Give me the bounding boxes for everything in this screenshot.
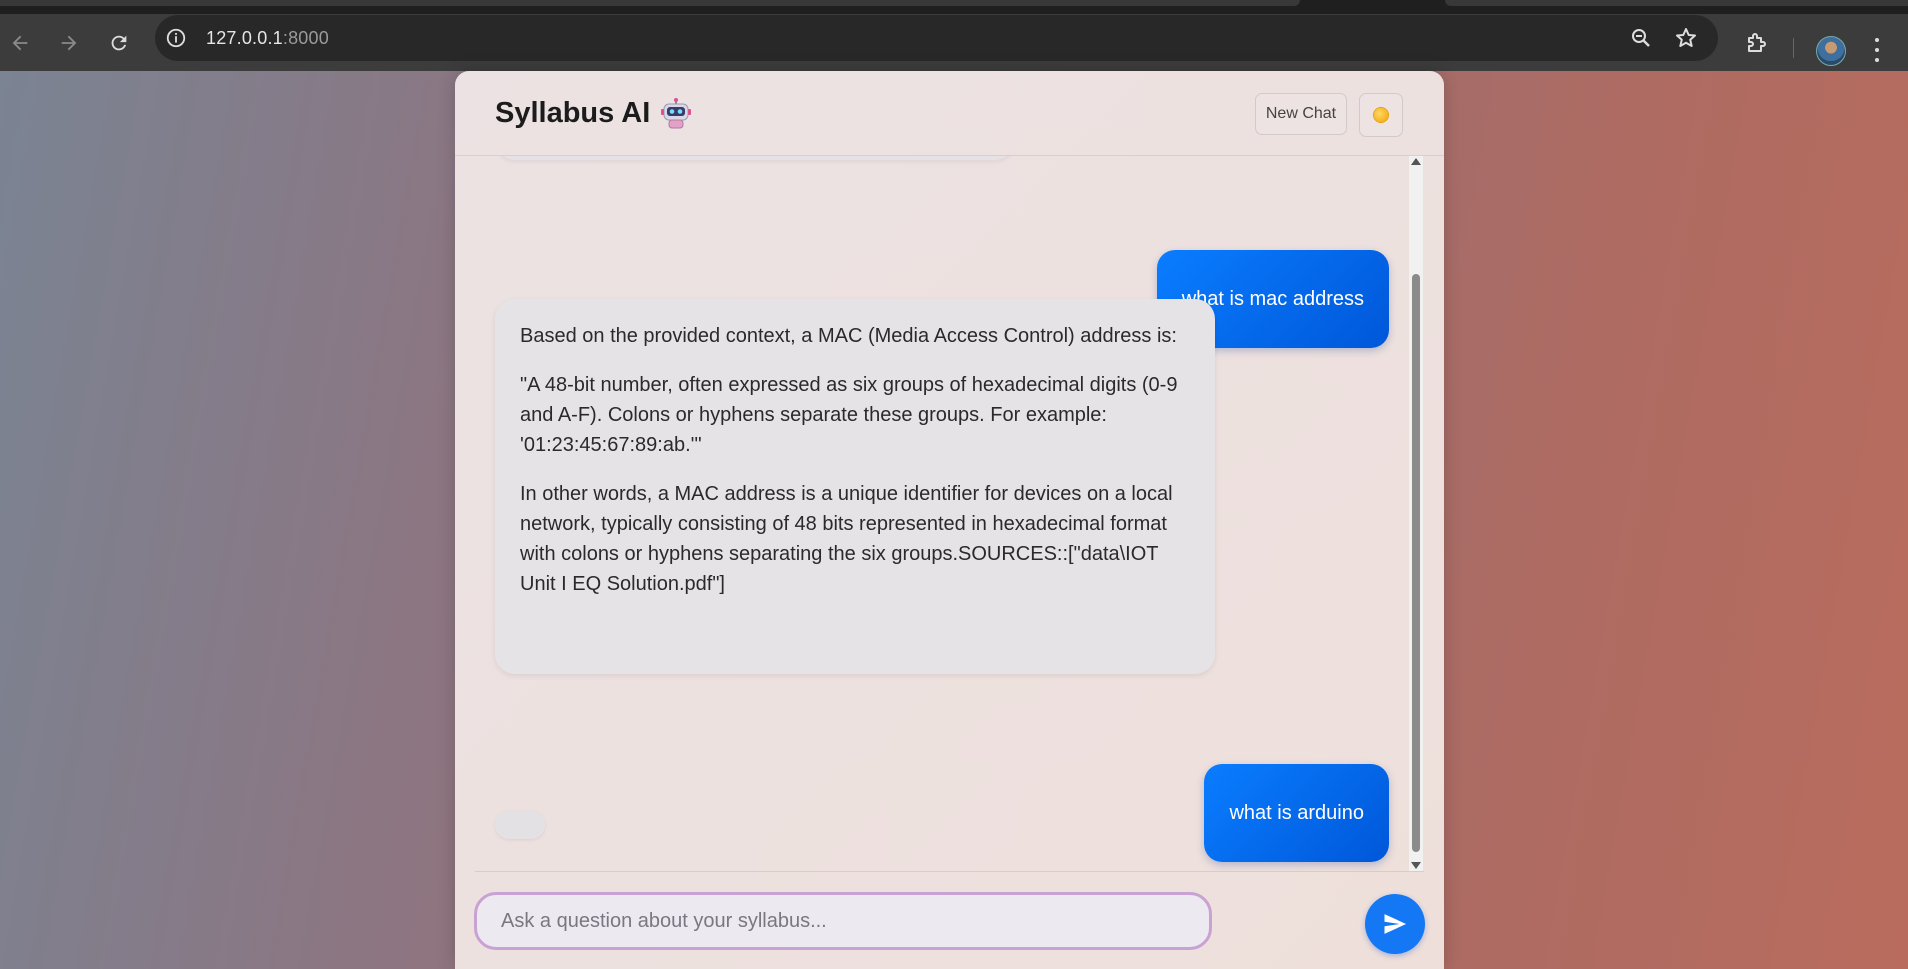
url-text: 127.0.0.1:8000 <box>206 28 329 48</box>
zoom-icon[interactable] <box>1629 26 1653 50</box>
robot-icon <box>661 97 692 128</box>
composer-divider <box>475 871 1424 872</box>
message-input[interactable] <box>477 895 1209 947</box>
kebab-menu-icon[interactable] <box>1874 38 1880 62</box>
puzzle-icon <box>1748 33 1766 52</box>
app-title: Syllabus AI <box>495 97 692 130</box>
back-button[interactable] <box>5 28 35 58</box>
bot-message-paragraph: In other words, a MAC address is a uniqu… <box>520 483 1173 595</box>
reload-button[interactable] <box>104 28 134 58</box>
extensions-button[interactable] <box>1742 28 1772 58</box>
arrow-left-icon <box>12 35 28 51</box>
bot-message-paragraph: "A 48-bit number, often expressed as six… <box>520 374 1178 456</box>
user-message: what is arduino <box>1204 764 1389 862</box>
bot-message-paragraph: Based on the provided context, a MAC (Me… <box>520 325 1177 347</box>
scrollbar-thumb[interactable] <box>1412 274 1420 852</box>
send-icon <box>1384 914 1407 934</box>
app-title-text: Syllabus AI <box>495 97 651 129</box>
arrow-right-icon <box>61 35 77 51</box>
star-icon[interactable] <box>1674 26 1698 50</box>
send-button[interactable] <box>1365 894 1425 954</box>
info-icon[interactable] <box>165 27 187 49</box>
bot-message: Based on the provided context, a MAC (Me… <box>495 299 1215 674</box>
chat-app: Syllabus AI New Chat what is mac address <box>455 71 1444 969</box>
toolbar-divider <box>1793 38 1794 58</box>
scroll-up-arrow-icon[interactable] <box>1411 158 1421 165</box>
typing-indicator <box>495 811 545 839</box>
message-input-wrapper[interactable] <box>474 892 1212 950</box>
browser-tab[interactable] <box>1445 0 1908 6</box>
forward-button[interactable] <box>54 28 84 58</box>
new-chat-button[interactable]: New Chat <box>1255 93 1347 135</box>
user-message-text: what is arduino <box>1229 801 1364 824</box>
sun-icon <box>1374 108 1388 122</box>
reload-icon <box>111 35 127 51</box>
profile-avatar[interactable] <box>1816 36 1846 66</box>
browser-tab[interactable] <box>0 0 1300 6</box>
scroll-down-arrow-icon[interactable] <box>1411 862 1421 869</box>
address-bar[interactable]: 127.0.0.1:8000 <box>155 15 1718 61</box>
message-list[interactable]: what is mac address Based on the provide… <box>455 156 1444 871</box>
chat-header: Syllabus AI New Chat <box>455 71 1444 156</box>
browser-tabstrip <box>0 0 1908 14</box>
messages-scrollbar[interactable] <box>1409 156 1423 871</box>
browser-toolbar: 127.0.0.1:8000 <box>0 14 1908 71</box>
theme-toggle-button[interactable] <box>1359 93 1403 137</box>
previous-message-bubble <box>495 156 1015 160</box>
